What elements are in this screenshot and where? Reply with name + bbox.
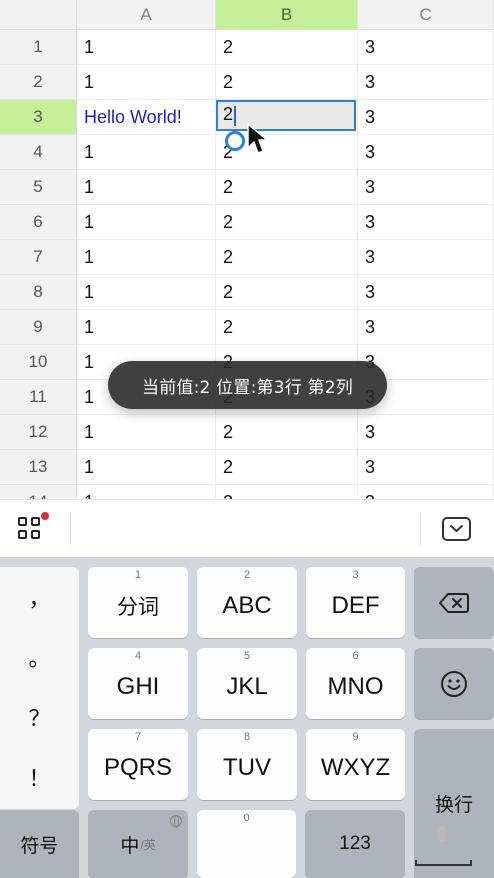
numbers-key[interactable]: 123 [305,810,405,878]
row-header[interactable]: 13 [0,450,77,485]
key-9[interactable]: 9 WXYZ [306,729,405,800]
row-header[interactable]: 1 [0,30,77,65]
row-header[interactable]: 6 [0,205,77,240]
row-header[interactable]: 4 [0,135,77,170]
cell-a2[interactable]: 1 [77,65,216,100]
cell-a1[interactable]: 1 [77,30,216,65]
cell-b6[interactable]: 2 [216,205,358,240]
row-header[interactable]: 14 [0,485,77,499]
cell-c4[interactable]: 3 [358,135,494,170]
spreadsheet[interactable]: A B C 112321233Hello World!2341235123612… [0,0,494,499]
selection-handle[interactable] [225,131,245,151]
row-header[interactable]: 7 [0,240,77,275]
column-header-b[interactable]: B [216,0,358,30]
key-6[interactable]: 6 MNO [306,648,405,719]
row-header[interactable]: 3 [0,100,77,135]
symbols-key[interactable]: 符号 [0,810,79,878]
active-cell-editor[interactable]: 2 [216,100,356,131]
key-8[interactable]: 8 TUV [197,729,297,800]
key-7[interactable]: 7 PQRS [88,729,188,800]
cell-b9[interactable]: 2 [216,310,358,345]
cell-c5[interactable]: 3 [358,170,494,205]
backspace-key[interactable] [414,567,494,638]
row-header[interactable]: 5 [0,170,77,205]
notification-dot [41,512,49,520]
punct-exclaim[interactable]: ！ [0,747,79,807]
space-key[interactable]: 0 [197,810,472,878]
globe-icon [170,815,182,828]
row-header[interactable]: 12 [0,415,77,450]
cell-a3[interactable]: Hello World! [77,100,216,135]
key-3[interactable]: 3 DEF [306,567,405,638]
ime-keyboard: ， 。 ？ ！ 1 分词 2 ABC 3 DEF 4 GHI 5 JKL 6 M… [0,557,494,878]
column-header-a[interactable]: A [77,0,216,30]
column-header-c[interactable]: C [358,0,494,30]
cell-c2[interactable]: 3 [358,65,494,100]
cell-a14[interactable]: 1 [77,485,216,499]
cell-b14[interactable]: 2 [216,485,358,499]
row-header[interactable]: 11 [0,380,77,415]
row-header[interactable]: 2 [0,65,77,100]
space-icon [415,860,472,866]
cell-c12[interactable]: 3 [358,415,494,450]
cell-b2[interactable]: 2 [216,65,358,100]
backspace-icon [439,592,469,613]
cell-b7[interactable]: 2 [216,240,358,275]
cell-a4[interactable]: 1 [77,135,216,170]
smiley-icon [441,670,467,697]
cell-a8[interactable]: 1 [77,275,216,310]
keyboard-toolbar [0,499,494,557]
cell-c13[interactable]: 3 [358,450,494,485]
punctuation-column[interactable]: ， 。 ？ ！ [0,567,79,809]
cell-c7[interactable]: 3 [358,240,494,275]
punct-question[interactable]: ？ [0,687,79,747]
row-header[interactable]: 10 [0,345,77,380]
row-header[interactable]: 9 [0,310,77,345]
punct-comma[interactable]: ， [0,567,79,627]
cell-c9[interactable]: 3 [358,310,494,345]
cell-c8[interactable]: 3 [358,275,494,310]
key-1[interactable]: 1 分词 [88,567,188,638]
cell-b5[interactable]: 2 [216,170,358,205]
cell-a5[interactable]: 1 [77,170,216,205]
cell-a9[interactable]: 1 [77,310,216,345]
select-all-corner[interactable] [0,0,77,30]
cell-a12[interactable]: 1 [77,415,216,450]
cell-b8[interactable]: 2 [216,275,358,310]
cell-b13[interactable]: 2 [216,450,358,485]
language-switch-key[interactable]: 中/英 [88,810,188,878]
cell-b12[interactable]: 2 [216,415,358,450]
key-5[interactable]: 5 JKL [197,648,297,719]
mouse-pointer-icon [247,123,268,154]
text-caret [234,106,236,126]
punct-period[interactable]: 。 [0,627,79,687]
cell-a13[interactable]: 1 [77,450,216,485]
microphone-icon [437,826,447,842]
emoji-key[interactable] [414,648,494,719]
cell-a6[interactable]: 1 [77,205,216,240]
toolbar-divider [70,512,71,546]
toolbar-divider [420,512,421,546]
key-2[interactable]: 2 ABC [197,567,297,638]
cell-c3[interactable]: 3 [358,100,494,135]
cell-b1[interactable]: 2 [216,30,358,65]
keyboard-hide-icon[interactable] [442,517,471,541]
grid-apps-icon[interactable] [18,512,50,544]
active-cell-value: 2 [223,104,234,124]
enter-key[interactable]: 换行 [414,729,494,878]
cell-c14[interactable]: 3 [358,485,494,499]
cell-a7[interactable]: 1 [77,240,216,275]
cell-info-toast: 当前值:2 位置:第3行 第2列 [108,361,387,409]
key-4[interactable]: 4 GHI [88,648,188,719]
row-header[interactable]: 8 [0,275,77,310]
cell-c1[interactable]: 3 [358,30,494,65]
cell-c6[interactable]: 3 [358,205,494,240]
